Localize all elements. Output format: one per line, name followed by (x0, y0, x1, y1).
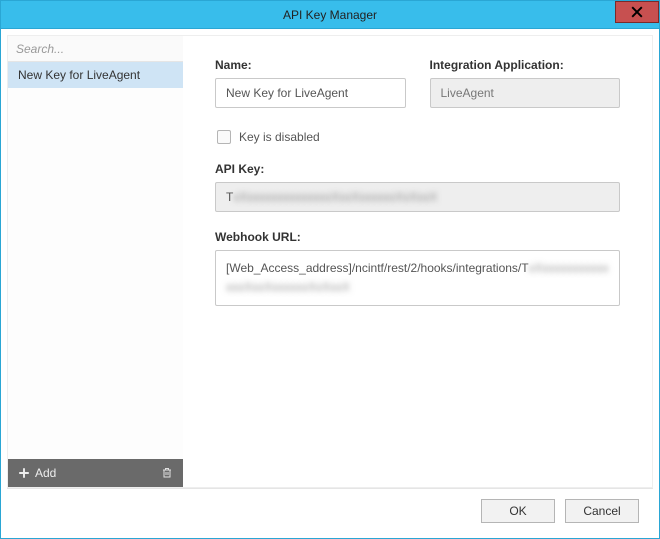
webhook-input[interactable]: [Web_Access_address]/ncintf/rest/2/hooks… (215, 250, 620, 306)
field-name: Name: (215, 58, 406, 108)
window-body: New Key for LiveAgent Add (1, 29, 659, 538)
cancel-button[interactable]: Cancel (565, 499, 639, 523)
webhook-value-visible: [Web_Access_address]/ncintf/rest/2/hooks… (226, 261, 529, 275)
name-label: Name: (215, 58, 406, 72)
add-label: Add (35, 466, 56, 480)
sidebar: New Key for LiveAgent Add (8, 36, 183, 487)
apikey-label: API Key: (215, 162, 620, 176)
ok-button[interactable]: OK (481, 499, 555, 523)
delete-key-button[interactable] (161, 467, 173, 479)
section-apikey: API Key: TxXxxxxxxxxxxxxxxXxxXxxxxxxXxXx… (215, 162, 620, 212)
disabled-checkbox[interactable] (217, 130, 231, 144)
disabled-label: Key is disabled (239, 130, 320, 144)
trash-icon (161, 467, 173, 479)
add-key-button[interactable]: Add (18, 466, 56, 480)
name-input[interactable] (215, 78, 406, 108)
plus-icon (18, 467, 30, 479)
content-area: New Key for LiveAgent Add (7, 35, 653, 488)
integration-input (430, 78, 621, 108)
field-integration: Integration Application: (430, 58, 621, 108)
details-panel: Name: Integration Application: Key is di… (183, 36, 652, 487)
api-key-manager-window: API Key Manager New Key for LiveAgent (0, 0, 660, 539)
window-title: API Key Manager (283, 8, 377, 22)
close-button[interactable] (615, 1, 659, 23)
apikey-value-hidden: xXxxxxxxxxxxxxxxXxxXxxxxxxXxXxxX (233, 190, 437, 204)
apikey-input: TxXxxxxxxxxxxxxxxXxxXxxxxxxXxXxxX (215, 182, 620, 212)
titlebar: API Key Manager (1, 1, 659, 29)
button-bar: OK Cancel (7, 488, 653, 532)
section-webhook: Webhook URL: [Web_Access_address]/ncintf… (215, 230, 620, 306)
key-list: New Key for LiveAgent (8, 62, 183, 459)
sidebar-footer: Add (8, 459, 183, 487)
webhook-label: Webhook URL: (215, 230, 620, 244)
integration-label: Integration Application: (430, 58, 621, 72)
key-list-item[interactable]: New Key for LiveAgent (8, 62, 183, 88)
disabled-row: Key is disabled (217, 130, 620, 144)
close-icon (631, 6, 643, 18)
search-input[interactable] (8, 36, 183, 62)
